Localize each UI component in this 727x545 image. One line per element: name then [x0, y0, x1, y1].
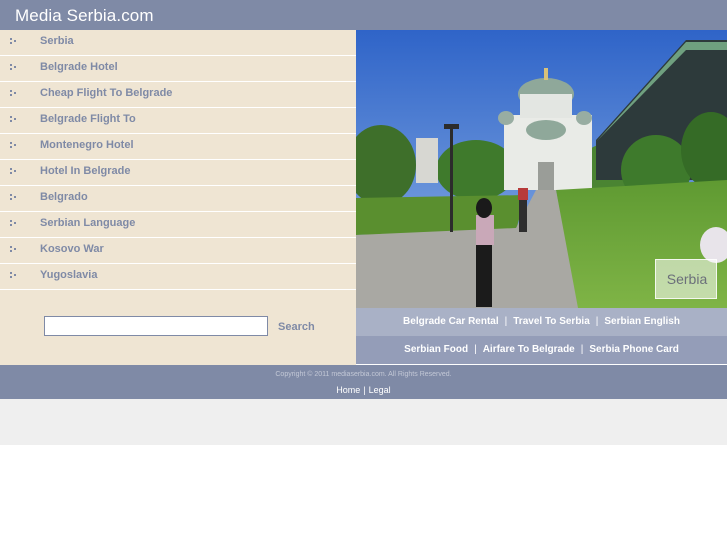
search-button[interactable]: Search: [278, 321, 315, 333]
sidebar-item-label: Serbia: [40, 35, 74, 47]
sidebar-item-label: Montenegro Hotel: [40, 139, 134, 151]
sidebar-item-hotel-in-belgrade[interactable]: Hotel In Belgrade: [0, 160, 356, 186]
sidebar-item-yugoslavia[interactable]: Yugoslavia: [0, 264, 356, 290]
sidebar-item-belgrade-hotel[interactable]: Belgrade Hotel: [0, 56, 356, 82]
bullet-icon: [10, 38, 18, 46]
bullet-icon: [10, 142, 18, 150]
copyright-text: Copyright © 2011 mediaserbia.com. All Ri…: [275, 371, 452, 378]
footer-links: Home | Legal: [0, 385, 727, 395]
sidebar-item-label: Belgrade Hotel: [40, 61, 118, 73]
sidebar-item-label: Belgrade Flight To: [40, 113, 136, 125]
link-serbian-food[interactable]: Serbian Food: [404, 344, 468, 355]
related-links-row-1: Belgrade Car Rental | Travel To Serbia | Ser…: [356, 308, 727, 336]
sidebar-item-serbian-language[interactable]: Serbian Language: [0, 212, 356, 238]
link-separator: |: [595, 316, 599, 327]
sidebar-item-belgrado[interactable]: Belgrado: [0, 186, 356, 212]
footer-link-separator: |: [363, 385, 366, 395]
link-separator: |: [474, 344, 477, 355]
related-links-row-2: Serbian Food | Airfare To Belgrade | Serbia …: [356, 336, 727, 364]
link-separator: |: [504, 316, 508, 327]
sidebar-item-label: Kosovo War: [40, 243, 104, 255]
site-header: Media Serbia.com: [0, 0, 727, 30]
sidebar-item-label: Yugoslavia: [40, 269, 98, 281]
site-title[interactable]: Media Serbia.com: [15, 6, 154, 26]
link-serbia-phone-card[interactable]: Serbia Phone Card: [589, 344, 678, 355]
sidebar: Serbia Belgrade Hotel Cheap Flight To Be…: [0, 30, 356, 365]
photo-caption-box: Serbia: [655, 259, 717, 299]
photo-caption: Serbia: [666, 271, 708, 287]
link-separator: |: [580, 344, 584, 355]
sidebar-item-serbia[interactable]: Serbia: [0, 30, 356, 56]
site-footer: Copyright © 2011 mediaserbia.com. All Ri…: [0, 365, 727, 399]
sidebar-item-label: Cheap Flight To Belgrade: [40, 87, 173, 99]
sidebar-item-montenegro-hotel[interactable]: Montenegro Hotel: [0, 134, 356, 160]
bullet-icon: [10, 220, 18, 228]
sidebar-item-label: Hotel In Belgrade: [40, 165, 131, 177]
hero-photo: Serbia: [356, 30, 727, 308]
link-belgrade-car-rental[interactable]: Belgrade Car Rental: [403, 316, 499, 327]
link-travel-to-serbia[interactable]: Travel To Serbia: [513, 316, 590, 327]
sidebar-item-label: Belgrado: [40, 191, 88, 203]
bullet-icon: [10, 272, 18, 280]
sidebar-item-belgrade-flight-to[interactable]: Belgrade Flight To: [0, 108, 356, 134]
bullet-icon: [10, 116, 18, 124]
search-input[interactable]: [44, 316, 268, 336]
sidebar-item-kosovo-war[interactable]: Kosovo War: [0, 238, 356, 264]
bullet-icon: [10, 64, 18, 72]
link-serbian-english[interactable]: Serbian English: [604, 316, 680, 327]
sidebar-item-cheap-flight-to-belgrade[interactable]: Cheap Flight To Belgrade: [0, 82, 356, 108]
footer-home-link[interactable]: Home: [336, 385, 360, 395]
link-airfare-to-belgrade[interactable]: Airfare To Belgrade: [483, 344, 575, 355]
bottom-band: [0, 399, 727, 445]
bullet-icon: [10, 246, 18, 254]
bullet-icon: [10, 90, 18, 98]
bullet-icon: [10, 168, 18, 176]
footer-legal-link[interactable]: Legal: [369, 385, 391, 395]
sidebar-item-label: Serbian Language: [40, 217, 136, 229]
bullet-icon: [10, 194, 18, 202]
